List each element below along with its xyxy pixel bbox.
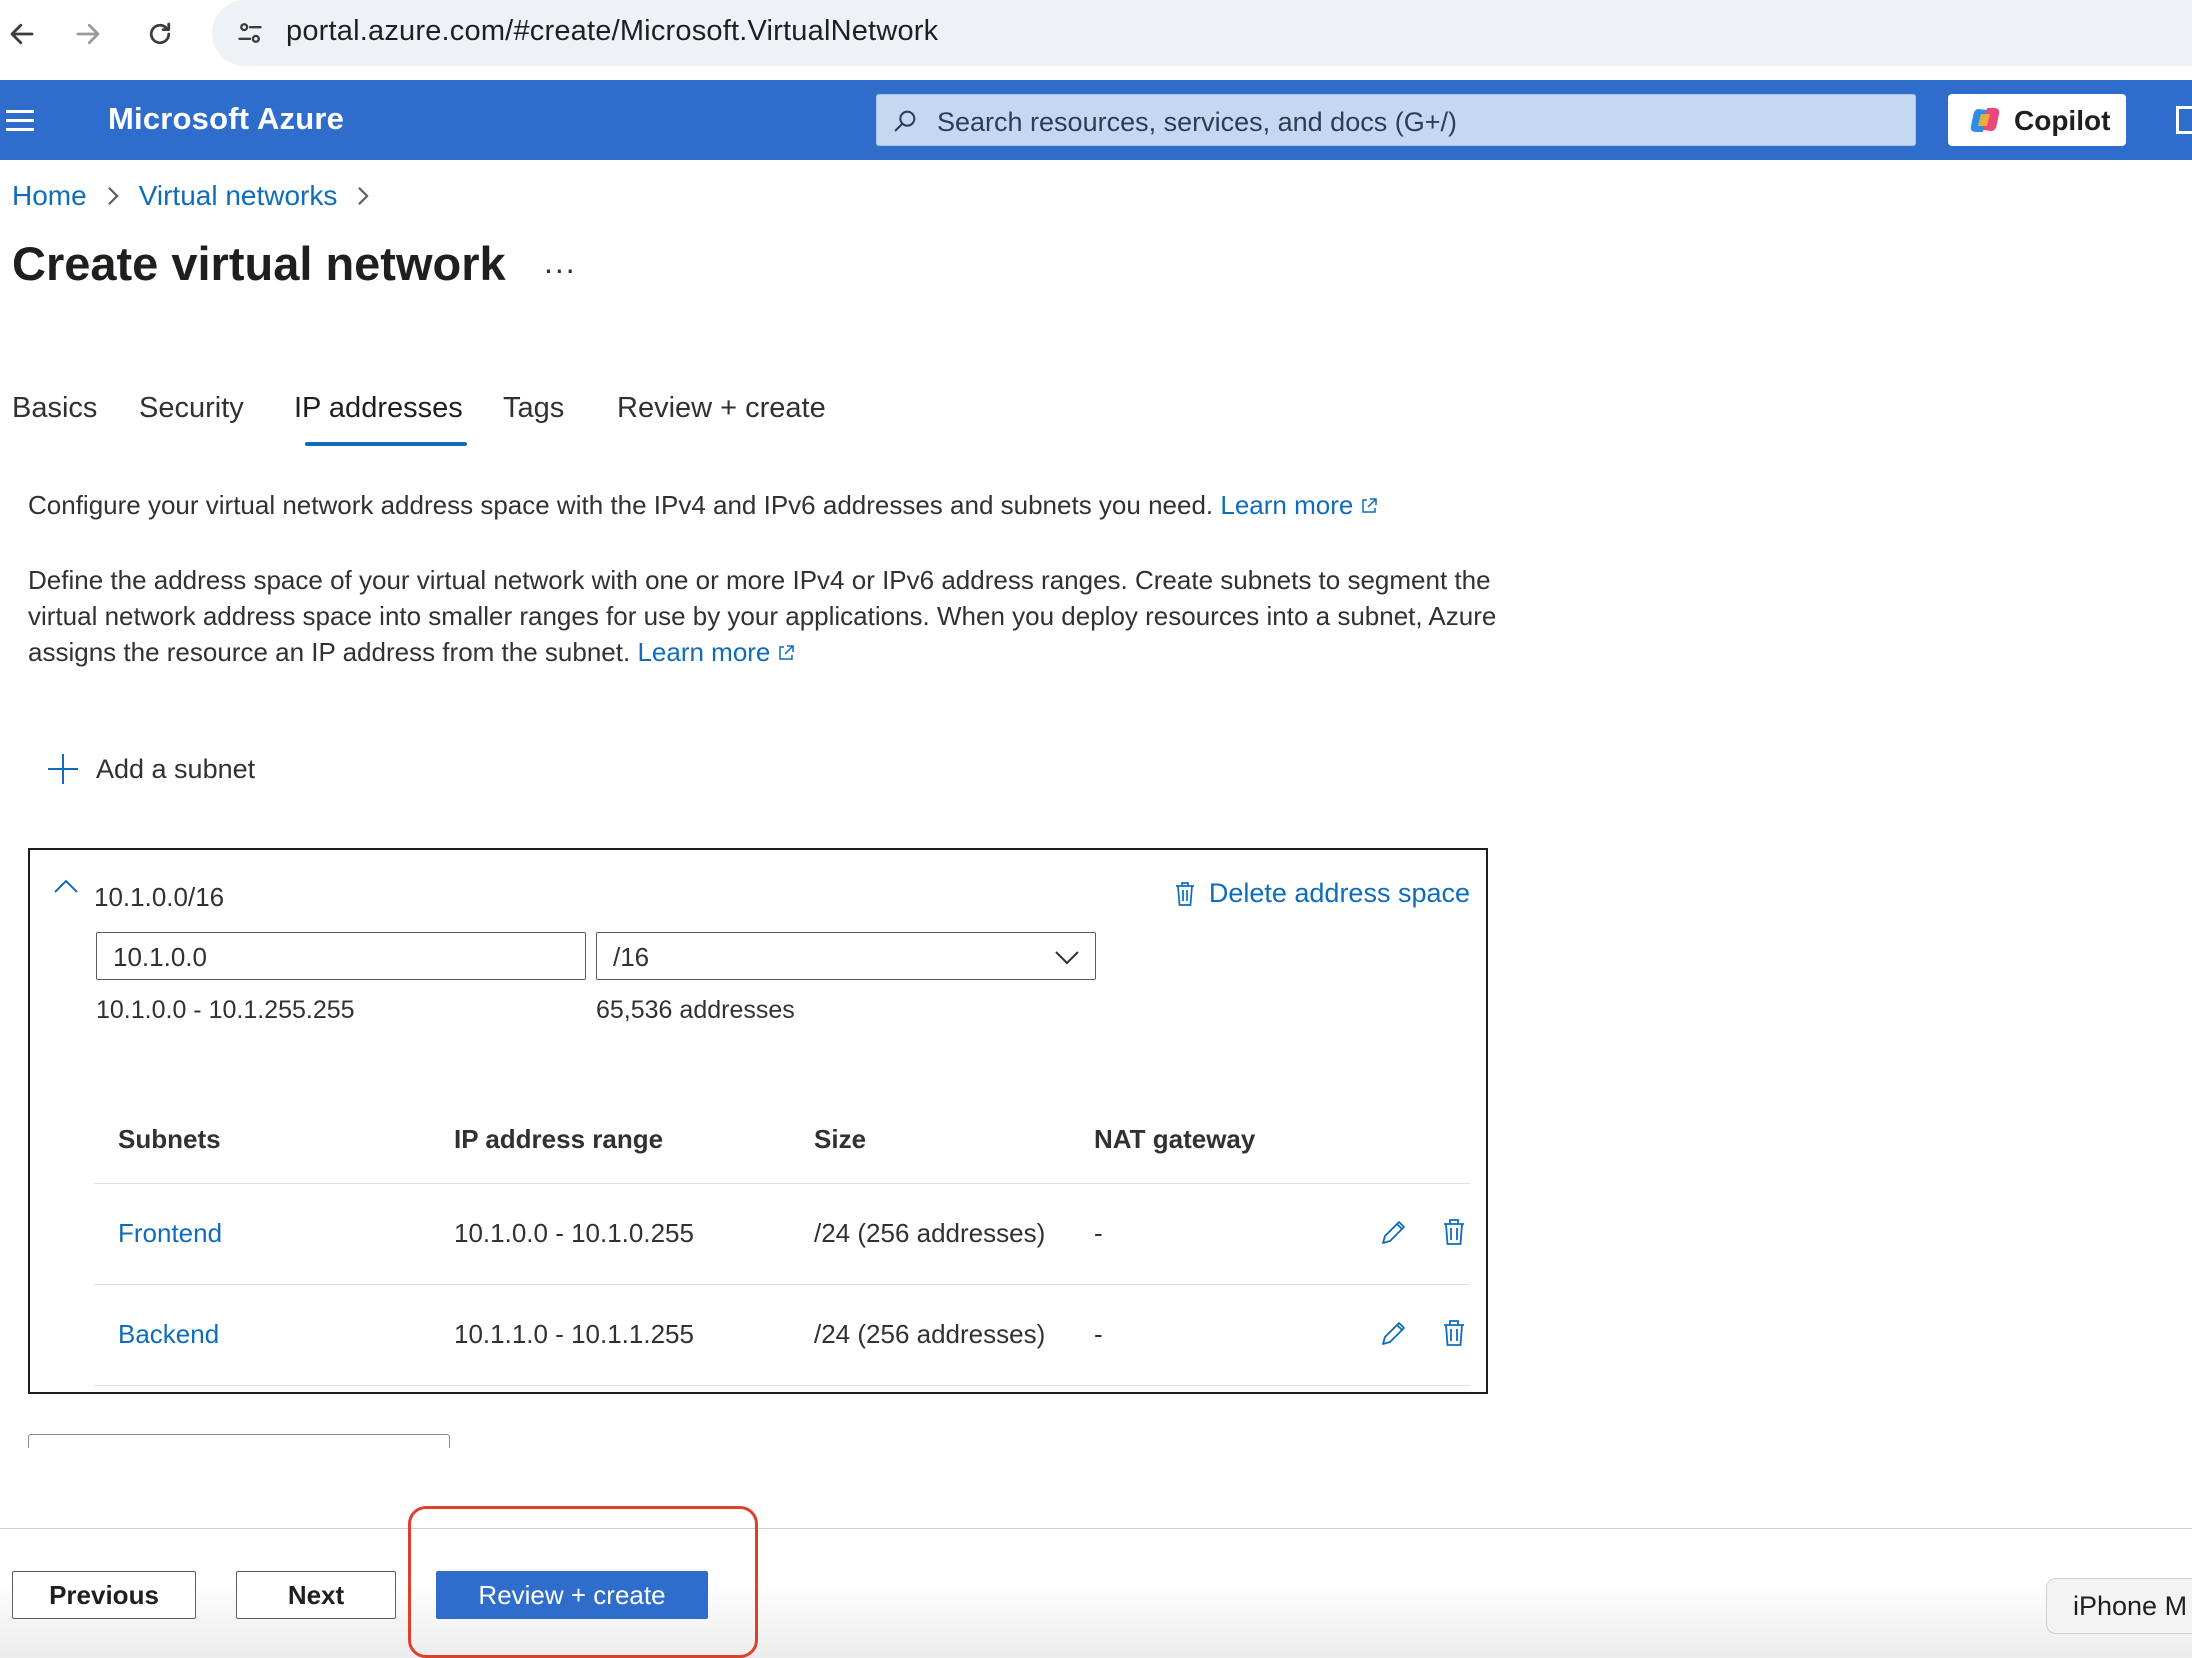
address-bar[interactable]: portal.azure.com/#create/Microsoft.Virtu… [212, 0, 2192, 66]
breadcrumb-virtual-networks[interactable]: Virtual networks [139, 180, 338, 212]
subnet-link-backend[interactable]: Backend [118, 1319, 219, 1350]
learn-more-link[interactable]: Learn more [637, 637, 796, 667]
address-input[interactable]: 10.1.0.0 [96, 932, 586, 980]
copilot-icon [1970, 108, 2000, 132]
description-line: assigns the resource an IP address from … [28, 637, 631, 667]
arrow-right-icon [76, 23, 100, 45]
chevron-up-icon[interactable] [52, 876, 80, 896]
subnet-range: 10.1.1.0 - 10.1.1.255 [454, 1319, 694, 1349]
breadcrumb: Home Virtual networks [12, 180, 389, 212]
edit-pencil-icon[interactable] [1378, 1317, 1410, 1349]
address-space-title: 10.1.0.0/16 [94, 882, 225, 912]
trash-icon[interactable] [1438, 1216, 1470, 1248]
forward-button[interactable] [66, 12, 110, 56]
description-line: Define the address space of your virtual… [28, 565, 1491, 595]
tab-review-create[interactable]: Review + create [617, 392, 826, 425]
brand-title[interactable]: Microsoft Azure [108, 101, 344, 137]
next-button[interactable]: Next [236, 1571, 396, 1619]
prefix-value: /16 [613, 942, 650, 972]
prefix-dropdown[interactable]: /16 [596, 932, 1096, 980]
feedback-icon[interactable] [2176, 106, 2192, 134]
external-link-icon [779, 645, 795, 660]
search-icon [894, 110, 916, 132]
subnets-table: Subnets IP address range Size NAT gatewa… [94, 1102, 1470, 1386]
device-popup-tag[interactable]: iPhone M [2046, 1578, 2192, 1634]
description-line: virtual network address space into small… [28, 601, 1497, 631]
search-placeholder: Search resources, services, and docs (G+… [937, 107, 1457, 137]
plus-icon [48, 754, 78, 784]
tab-basics[interactable]: Basics [12, 392, 97, 425]
site-settings-icon[interactable] [230, 13, 270, 53]
column-header-nat-gateway: NAT gateway [1094, 1124, 1256, 1154]
delete-address-space-button[interactable]: Delete address space [1173, 878, 1470, 909]
subnet-size: /24 (256 addresses) [814, 1218, 1046, 1248]
intro-text: Configure your virtual network address s… [28, 487, 1379, 523]
tab-ip-addresses[interactable]: IP addresses [294, 392, 463, 425]
breadcrumb-home[interactable]: Home [12, 180, 87, 212]
trash-icon [1175, 881, 1194, 906]
table-row: Backend 10.1.1.0 - 10.1.1.255 /24 (256 a… [94, 1285, 1470, 1386]
subnet-link-frontend[interactable]: Frontend [118, 1218, 222, 1249]
more-options-icon[interactable]: ... [544, 244, 577, 281]
column-header-ip-range: IP address range [454, 1124, 664, 1154]
browser-toolbar: portal.azure.com/#create/Microsoft.Virtu… [0, 0, 2192, 80]
copilot-button[interactable]: Copilot [1948, 94, 2126, 146]
arrow-left-icon [10, 23, 34, 45]
active-tab-indicator [305, 442, 467, 446]
add-address-space-field[interactable] [28, 1434, 450, 1448]
hamburger-menu-icon[interactable] [6, 102, 38, 138]
trash-icon[interactable] [1438, 1317, 1470, 1349]
edit-pencil-icon[interactable] [1378, 1216, 1410, 1248]
external-link-icon [1362, 498, 1378, 513]
address-range-text: 10.1.0.0 - 10.1.255.255 [96, 996, 355, 1024]
copilot-label: Copilot [2014, 105, 2111, 136]
previous-button[interactable]: Previous [12, 1571, 196, 1619]
address-space-description: Define the address space of your virtual… [28, 562, 1496, 670]
subnet-nat: - [1094, 1218, 1103, 1248]
reload-icon [149, 22, 171, 45]
chevron-right-icon [105, 185, 121, 207]
table-header-row: Subnets IP address range Size NAT gatewa… [94, 1102, 1470, 1184]
column-header-subnets: Subnets [118, 1124, 221, 1154]
add-subnet-button[interactable]: Add a subnet [46, 752, 255, 786]
tab-security[interactable]: Security [139, 392, 244, 425]
global-search-input[interactable]: Search resources, services, and docs (G+… [876, 94, 1916, 146]
table-row: Frontend 10.1.0.0 - 10.1.0.255 /24 (256 … [94, 1184, 1470, 1285]
wizard-footer: Previous Next Review + create [0, 1528, 2192, 1658]
delete-address-space-label: Delete address space [1208, 878, 1470, 908]
reload-button[interactable] [138, 12, 182, 56]
subnet-size: /24 (256 addresses) [814, 1319, 1046, 1349]
chevron-right-icon [355, 185, 371, 207]
intro-line: Configure your virtual network address s… [28, 490, 1214, 520]
address-space-panel: 10.1.0.0/16 Delete address space 10.1.0.… [28, 848, 1488, 1394]
azure-top-bar: Microsoft Azure Search resources, servic… [0, 80, 2192, 160]
column-header-size: Size [814, 1124, 867, 1154]
tab-tags[interactable]: Tags [503, 392, 564, 425]
add-subnet-label: Add a subnet [96, 753, 256, 784]
chevron-down-icon [1055, 951, 1079, 965]
back-button[interactable] [0, 12, 44, 56]
url-text[interactable]: portal.azure.com/#create/Microsoft.Virtu… [286, 15, 938, 48]
subnet-nat: - [1094, 1319, 1103, 1349]
highlight-annotation [408, 1506, 758, 1658]
page-title: Create virtual network [12, 237, 506, 290]
address-count-text: 65,536 addresses [596, 996, 795, 1024]
subnet-range: 10.1.0.0 - 10.1.0.255 [454, 1218, 694, 1248]
learn-more-link[interactable]: Learn more [1220, 490, 1379, 520]
